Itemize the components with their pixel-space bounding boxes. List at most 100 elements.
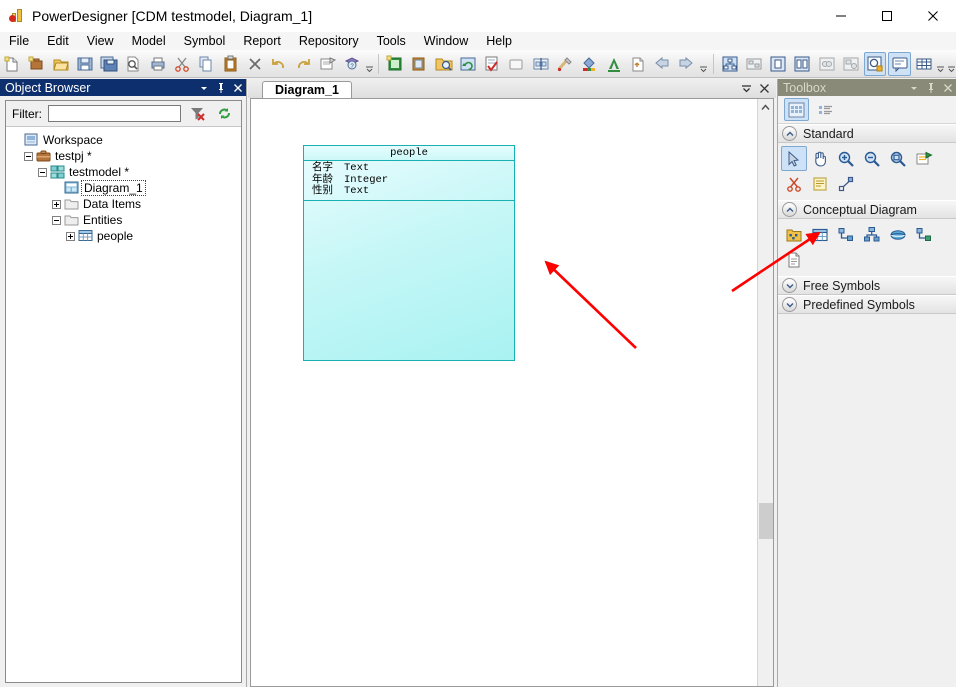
diagram-canvas[interactable]: people 名字 Text 年龄 Integer 性别 Text [251,99,757,686]
print-icon[interactable] [147,52,169,76]
link-tool-icon[interactable] [833,171,859,196]
menu-symbol[interactable]: Symbol [175,32,235,50]
blank-symbol-icon[interactable] [505,52,527,76]
chevron-up-icon[interactable] [782,202,797,217]
tab-list-icon[interactable] [739,81,754,96]
paste-symbol-icon[interactable] [408,52,430,76]
save-icon[interactable] [74,52,96,76]
chevron-down-icon[interactable] [905,80,922,96]
tree-expander-data-items[interactable] [52,199,61,209]
close-icon[interactable] [229,80,246,96]
scrollbar-thumb[interactable] [759,503,773,539]
pin-icon[interactable] [212,80,229,96]
check-model-icon[interactable] [481,52,503,76]
redo-icon[interactable] [292,52,314,76]
zoom-out-tool-icon[interactable] [859,146,885,171]
grabber-tool-icon[interactable] [807,146,833,171]
menu-help[interactable]: Help [477,32,521,50]
comment-icon[interactable] [888,51,911,76]
minimize-button[interactable] [818,0,864,32]
list-view-icon[interactable] [913,52,935,76]
tree-expander-testpj[interactable] [24,151,33,161]
note-tool-icon[interactable] [807,171,833,196]
tree-expander-entities[interactable] [52,215,61,225]
menu-edit[interactable]: Edit [38,32,78,50]
preview-code-icon[interactable] [864,51,887,76]
open-icon[interactable] [50,52,72,76]
list-view-icon[interactable] [813,98,838,121]
chevron-down-icon[interactable] [782,278,797,293]
zoom-fit-tool-icon[interactable] [885,146,911,171]
tree-item-people[interactable]: people [6,228,241,244]
toolbar-overflow-4[interactable] [946,53,956,75]
menu-window[interactable]: Window [415,32,477,50]
tree-item-diagram1[interactable]: Diagram_1 [6,180,241,196]
font-color-icon[interactable] [602,52,624,76]
new-icon[interactable] [1,52,23,76]
pin-icon[interactable] [922,80,939,96]
new-model-icon[interactable] [25,52,47,76]
new-page-icon[interactable] [767,52,789,76]
next-icon[interactable] [675,52,697,76]
properties-icon[interactable] [316,52,338,76]
refresh-symbol-icon[interactable] [457,52,479,76]
help-icon[interactable]: ? [341,52,363,76]
association-tool-icon[interactable] [885,222,911,247]
menu-model[interactable]: Model [123,32,175,50]
tab-diagram1[interactable]: Diagram_1 [262,81,352,98]
close-icon[interactable] [757,81,772,96]
format-brush-icon[interactable] [554,52,576,76]
file-tool-icon[interactable] [781,247,807,272]
tree-item-testmodel[interactable]: testmodel * [6,164,241,180]
generate-model-icon[interactable] [840,52,862,76]
cut-icon[interactable] [171,52,193,76]
dependency-matrix-icon[interactable] [743,52,765,76]
toolbar-overflow-2[interactable] [698,53,708,75]
pointer-tool-icon[interactable] [781,146,807,171]
delete-icon[interactable] [244,52,266,76]
properties-tool-icon[interactable] [911,146,937,171]
toolbar-overflow-1[interactable] [364,53,374,75]
menu-report[interactable]: Report [234,32,290,50]
undo-icon[interactable] [268,52,290,76]
chevron-down-icon[interactable] [195,80,212,96]
association-link-tool-icon[interactable] [911,222,937,247]
find-object-icon[interactable] [433,52,455,76]
clear-filter-icon[interactable] [186,104,208,124]
refresh-icon[interactable] [213,104,235,124]
organization-chart-icon[interactable] [719,52,741,76]
export-icon[interactable] [627,52,649,76]
tree-item-workspace[interactable]: Workspace [6,132,241,148]
inheritance-tool-icon[interactable] [859,222,885,247]
maximize-button[interactable] [864,0,910,32]
copy-icon[interactable] [195,52,217,76]
fill-color-icon[interactable] [578,52,600,76]
chevron-up-icon[interactable] [782,126,797,141]
toolbar-overflow-3[interactable] [936,53,946,75]
chevron-down-icon[interactable] [782,297,797,312]
menu-tools[interactable]: Tools [368,32,415,50]
scroll-up-icon[interactable] [758,99,773,115]
tree-item-data-items[interactable]: Data Items [6,196,241,212]
paste-icon[interactable] [219,52,241,76]
delete-tool-icon[interactable] [781,171,807,196]
toolbox-group-standard[interactable]: Standard [778,124,956,143]
save-all-icon[interactable] [98,52,120,76]
entity-symbol-people[interactable]: people 名字 Text 年龄 Integer 性别 Text [303,145,515,361]
tree-expander-testmodel[interactable] [38,167,47,177]
toolbox-group-conceptual-diagram[interactable]: Conceptual Diagram [778,200,956,219]
toolbox-group-free-symbols[interactable]: Free Symbols [778,276,956,295]
merge-icon[interactable] [816,52,838,76]
tree-expander-people[interactable] [66,231,75,241]
toolbox-group-predefined-symbols[interactable]: Predefined Symbols [778,295,956,314]
tree-item-testpj[interactable]: testpj * [6,148,241,164]
previous-icon[interactable] [651,52,673,76]
menu-view[interactable]: View [78,32,123,50]
canvas-vertical-scrollbar[interactable] [757,99,773,686]
zoom-in-tool-icon[interactable] [833,146,859,171]
compare-icon[interactable] [791,52,813,76]
entity-tool-icon[interactable] [807,222,833,247]
align-icon[interactable] [530,52,552,76]
new-diagram-icon[interactable] [384,52,406,76]
close-button[interactable] [910,0,956,32]
